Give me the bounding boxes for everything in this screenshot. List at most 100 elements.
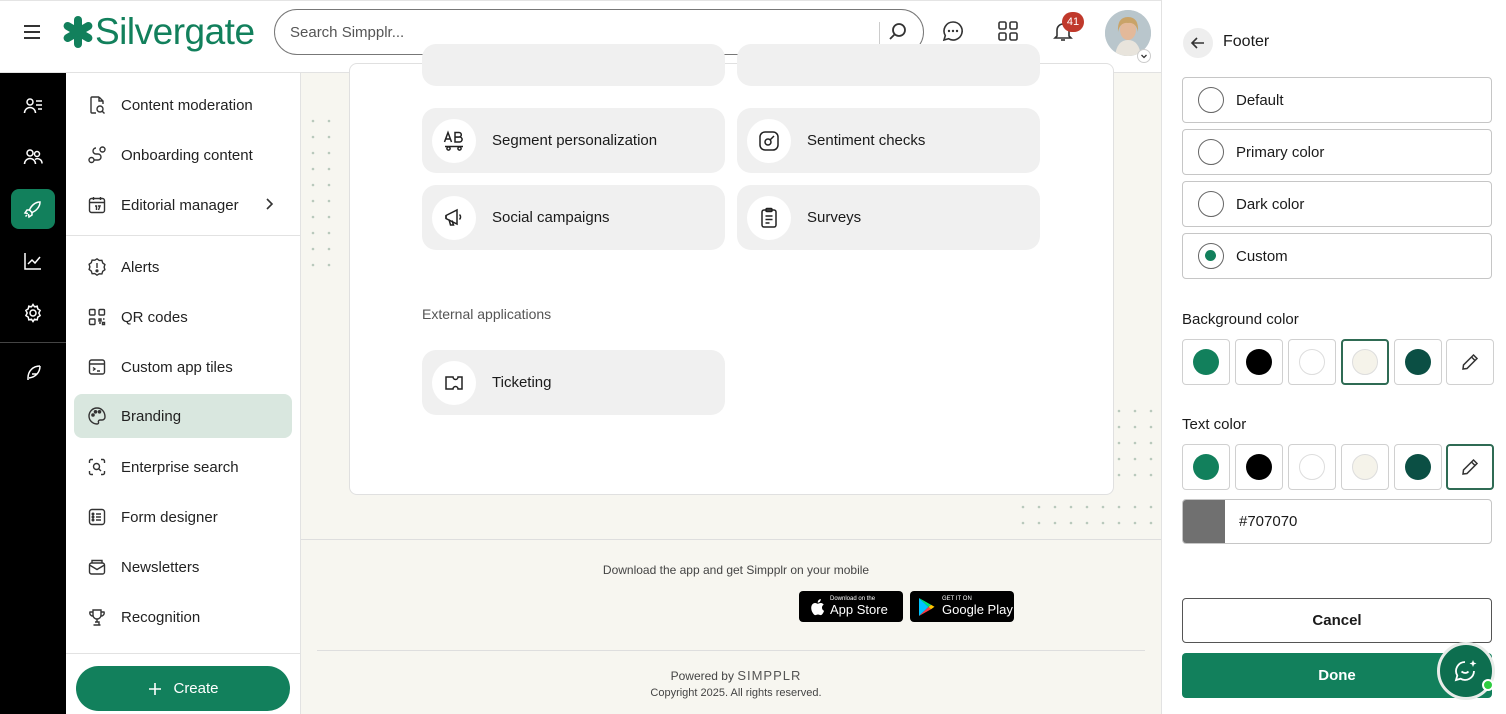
sidebar-item-content-moderation[interactable]: Content moderation	[74, 83, 292, 127]
chat-icon[interactable]	[941, 19, 965, 43]
brand-name: Silvergate	[95, 11, 255, 52]
form-list-icon	[87, 507, 107, 527]
avatar-dropdown-icon[interactable]	[1137, 49, 1151, 63]
asterisk-logo-icon	[63, 16, 93, 48]
text-swatch-black[interactable]	[1235, 444, 1283, 490]
sidebar-item-alerts[interactable]: Alerts	[74, 245, 292, 289]
chat-sparkle-icon	[1454, 660, 1477, 682]
bg-custom-color-button[interactable]	[1446, 339, 1494, 385]
sidebar-item-label: Newsletters	[121, 558, 200, 576]
google-play-badge[interactable]: GET IT ON Google Play	[910, 591, 1014, 622]
online-status-dot	[1482, 679, 1494, 691]
app-tile-label: Social campaigns	[492, 209, 610, 226]
alert-badge-icon	[87, 257, 107, 277]
sidebar-item-label: QR codes	[121, 308, 188, 326]
powered-by-text: Powered by	[670, 669, 734, 683]
sidebar-item-label: Custom app tiles	[121, 358, 233, 376]
search-icon[interactable]	[887, 21, 909, 43]
app-store-badge[interactable]: Download on the App Store	[799, 591, 903, 622]
radio-button[interactable]	[1198, 87, 1224, 113]
text-swatch-white[interactable]	[1288, 444, 1336, 490]
color-preview-chip	[1183, 500, 1225, 543]
text-swatch-dark-teal[interactable]	[1394, 444, 1442, 490]
footer-option-primary-color[interactable]: Primary color	[1182, 129, 1492, 175]
app-tile-partial[interactable]	[422, 44, 725, 86]
search-divider	[879, 22, 880, 44]
app-tile-label: Sentiment checks	[807, 132, 926, 149]
app-tile-social-campaigns[interactable]: Social campaigns	[422, 185, 725, 250]
sidebar-item-branding[interactable]: Branding	[74, 394, 292, 438]
app-tile-label: Surveys	[807, 209, 862, 226]
decorative-dots	[311, 119, 331, 267]
panel-title: Footer	[1223, 33, 1270, 50]
powered-by: Powered by SIMPPLR	[301, 668, 1161, 683]
rail-people-list-icon[interactable]	[11, 86, 55, 126]
radio-button[interactable]	[1198, 191, 1224, 217]
radio-label: Default	[1236, 91, 1284, 109]
radio-button[interactable]	[1198, 139, 1224, 165]
bg-swatch-green[interactable]	[1182, 339, 1230, 385]
footer-option-default[interactable]: Default	[1182, 77, 1492, 123]
main-content: Segment personalization Sentiment checks…	[301, 44, 1161, 714]
background-color-label: Background color	[1182, 311, 1299, 328]
radio-label: Primary color	[1236, 143, 1325, 161]
rail-rocket-icon[interactable]	[11, 189, 55, 229]
sidebar-item-label: Form designer	[121, 508, 218, 526]
ai-assistant-button[interactable]	[1437, 642, 1495, 700]
sidebar-item-enterprise-search[interactable]: Enterprise search	[74, 445, 292, 489]
sidebar-item-onboarding-content[interactable]: Onboarding content	[74, 133, 292, 177]
app-tile-ticketing[interactable]: Ticketing	[422, 350, 725, 415]
apple-icon	[809, 598, 825, 616]
ticket-icon	[432, 360, 476, 405]
sidebar-item-label: Onboarding content	[121, 146, 253, 164]
bg-swatch-black[interactable]	[1235, 339, 1283, 385]
footer-settings-panel: Footer Default Primary color Dark color …	[1161, 0, 1506, 714]
sidebar-item-newsletters[interactable]: Newsletters	[74, 545, 292, 589]
cancel-button[interactable]: Cancel	[1182, 598, 1492, 643]
app-grid-icon[interactable]	[996, 19, 1020, 43]
text-swatch-cream[interactable]	[1341, 444, 1389, 490]
rail-feather-icon[interactable]	[11, 353, 55, 393]
footer-option-dark-color[interactable]: Dark color	[1182, 181, 1492, 227]
hamburger-menu-icon[interactable]	[21, 22, 43, 42]
clipboard-icon	[747, 195, 791, 240]
arrow-left-icon	[1190, 37, 1204, 49]
copyright-text: Copyright 2025. All rights reserved.	[650, 687, 822, 699]
download-app-text: Download the app and get Simpplr on your…	[602, 563, 870, 577]
app-tile-partial[interactable]	[737, 44, 1040, 86]
hex-color-input[interactable]	[1239, 500, 1479, 543]
app-store-text: App Store	[830, 602, 888, 617]
calendar-icon	[87, 195, 107, 215]
hex-color-field[interactable]	[1182, 499, 1492, 544]
rail-settings-icon[interactable]	[11, 293, 55, 333]
app-tile-surveys[interactable]: Surveys	[737, 185, 1040, 250]
admin-sidebar: Content moderation Onboarding content Ed…	[66, 73, 301, 714]
trophy-icon	[87, 607, 107, 627]
terminal-window-icon	[87, 357, 107, 377]
sidebar-item-editorial-manager[interactable]: Editorial manager	[74, 183, 292, 227]
scan-search-icon	[87, 457, 107, 477]
rail-analytics-icon[interactable]	[11, 241, 55, 281]
qr-code-icon	[87, 307, 107, 327]
back-button[interactable]	[1183, 28, 1213, 58]
sidebar-item-qr-codes[interactable]: QR codes	[74, 295, 292, 339]
sidebar-item-form-designer[interactable]: Form designer	[74, 495, 292, 539]
bg-swatch-dark-teal[interactable]	[1394, 339, 1442, 385]
sidebar-item-custom-app-tiles[interactable]: Custom app tiles	[74, 345, 292, 389]
text-swatch-green[interactable]	[1182, 444, 1230, 490]
brand-logo[interactable]: Silvergate	[63, 12, 255, 52]
gauge-icon	[747, 118, 791, 163]
ab-text-icon	[432, 118, 476, 163]
footer-option-custom[interactable]: Custom	[1182, 233, 1492, 279]
sidebar-item-recognition[interactable]: Recognition	[74, 595, 292, 639]
radio-button-selected[interactable]	[1198, 243, 1224, 269]
apps-card: Segment personalization Sentiment checks…	[349, 44, 1114, 495]
bg-swatch-white[interactable]	[1288, 339, 1336, 385]
rail-people-icon[interactable]	[11, 137, 55, 177]
sidebar-item-label: Alerts	[121, 258, 160, 276]
app-tile-segment-personalization[interactable]: Segment personalization	[422, 108, 725, 173]
app-tile-sentiment-checks[interactable]: Sentiment checks	[737, 108, 1040, 173]
bg-swatch-cream[interactable]	[1341, 339, 1389, 385]
text-custom-color-button[interactable]	[1446, 444, 1494, 490]
create-button[interactable]: Create	[76, 666, 290, 711]
